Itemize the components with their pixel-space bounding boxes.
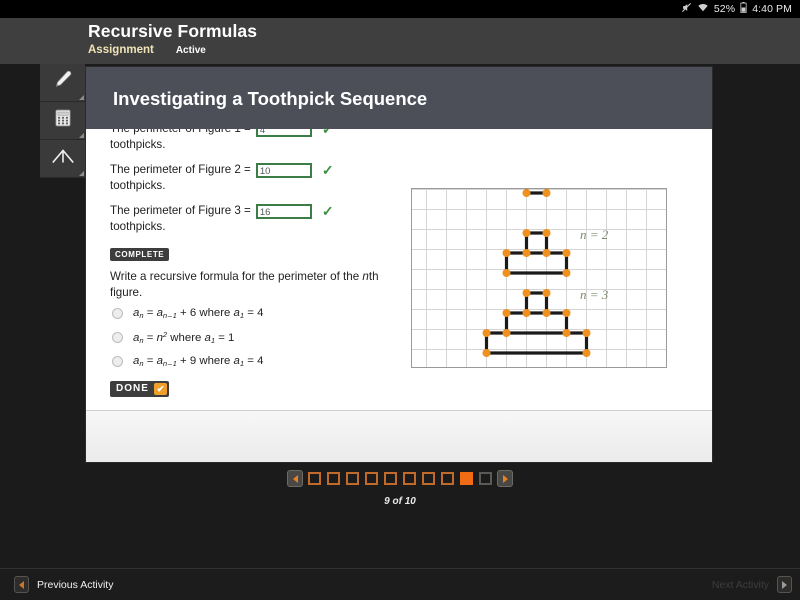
answer-input-figure-2[interactable]: 10 bbox=[255, 162, 312, 178]
wifi-icon bbox=[697, 0, 709, 18]
figure-n2-toothpicks bbox=[504, 231, 569, 275]
done-check-icon: ✔ bbox=[153, 382, 168, 395]
radio-button-c[interactable] bbox=[112, 356, 123, 367]
pencil-icon bbox=[52, 69, 74, 96]
radio-button-b[interactable] bbox=[112, 332, 123, 343]
triangle-left-icon bbox=[292, 474, 298, 483]
battery-icon bbox=[740, 0, 747, 18]
triangle-left-icon bbox=[19, 580, 24, 589]
pager-dot-9-current[interactable] bbox=[460, 472, 473, 485]
figure-gridlines bbox=[412, 189, 666, 367]
bottom-navigation-bar: Previous Activity Next Activity bbox=[0, 568, 800, 600]
fill-in-row: The perimeter of Figure 3 = 16 ✓ toothpi… bbox=[110, 203, 410, 235]
lesson-panel: Investigating a Toothpick Sequence The p… bbox=[85, 66, 713, 463]
prompt-line-1: Write a recursive formula for the perime… bbox=[110, 270, 360, 283]
option-c-label: an = an – 1 + 9 where a1 = 4 bbox=[133, 355, 264, 368]
pager-dot-10-disabled bbox=[479, 472, 492, 485]
protractor-icon bbox=[50, 145, 76, 172]
calculator-tool-button[interactable] bbox=[40, 102, 85, 140]
option-c-row[interactable]: an = an – 1 + 9 where a1 = 4 bbox=[112, 355, 410, 368]
answer-input-figure-3[interactable]: 16 bbox=[255, 203, 312, 219]
toothpick-figure: n = 1 n = 2 n = 3 bbox=[411, 188, 667, 368]
pager-dot-2[interactable] bbox=[327, 472, 340, 485]
app-header: Recursive Formulas Assignment Active bbox=[0, 18, 800, 64]
pager: 9 of 10 bbox=[0, 470, 800, 507]
answer-input-figure-1[interactable]: 4 bbox=[255, 129, 312, 137]
android-status-bar: 52% 4:40 PM bbox=[0, 0, 800, 18]
next-activity-button: Next Activity bbox=[712, 576, 792, 593]
figure-n3-toothpicks bbox=[484, 291, 589, 355]
figure-label-n3: n = 3 bbox=[580, 287, 609, 302]
option-b-row[interactable]: an = n2 where a1 = 1 bbox=[112, 330, 410, 345]
fill-in-suffix: toothpicks. bbox=[110, 179, 166, 192]
toothpick-figure-svg: n = 1 n = 2 n = 3 bbox=[412, 189, 666, 367]
triangle-right-icon bbox=[502, 474, 508, 483]
page-title: Recursive Formulas bbox=[88, 21, 258, 41]
pager-count-label: 9 of 10 bbox=[384, 496, 416, 507]
check-icon: ✓ bbox=[321, 162, 334, 178]
pager-dot-8[interactable] bbox=[441, 472, 454, 485]
done-button-label: DONE bbox=[116, 383, 149, 394]
pager-dot-1[interactable] bbox=[308, 472, 321, 485]
breadcrumb-assignment[interactable]: Assignment bbox=[88, 44, 154, 56]
pager-dot-6[interactable] bbox=[403, 472, 416, 485]
pager-row bbox=[287, 470, 513, 487]
check-icon: ✓ bbox=[321, 203, 334, 219]
complete-badge: COMPLETE bbox=[110, 248, 170, 261]
breadcrumb: Assignment Active bbox=[88, 44, 206, 56]
previous-activity-label: Previous Activity bbox=[37, 578, 114, 591]
fill-in-prefix: The perimeter of Figure 2 = bbox=[110, 163, 251, 176]
status-bar-clock: 4:40 PM bbox=[752, 3, 792, 15]
fill-in-suffix: toothpicks. bbox=[110, 220, 166, 233]
triangle-right-icon bbox=[782, 580, 787, 589]
previous-activity-button[interactable]: Previous Activity bbox=[14, 576, 113, 593]
option-a-row[interactable]: an = an – 1 + 6 where a1 = 4 bbox=[112, 307, 410, 320]
lesson-body: The perimeter of Figure 1 = 4 ✓ toothpic… bbox=[86, 129, 712, 401]
fill-in-row: The perimeter of Figure 2 = 10 ✓ toothpi… bbox=[110, 162, 410, 194]
highlighter-tool-button[interactable] bbox=[40, 64, 85, 102]
fill-in-prefix: The perimeter of Figure 3 = bbox=[110, 204, 251, 217]
option-b-label: an = n2 where a1 = 1 bbox=[133, 330, 235, 345]
figure-n3-vertices bbox=[482, 289, 591, 357]
protractor-tool-button[interactable] bbox=[40, 140, 85, 178]
check-icon: ✓ bbox=[321, 129, 334, 137]
next-activity-label: Next Activity bbox=[711, 578, 769, 591]
next-activity-icon-box bbox=[777, 576, 792, 593]
pager-dot-7[interactable] bbox=[422, 472, 435, 485]
lesson-footer bbox=[86, 410, 712, 462]
previous-activity-icon-box bbox=[14, 576, 29, 593]
done-button[interactable]: DONE ✔ bbox=[110, 380, 170, 397]
fill-in-row: The perimeter of Figure 1 = 4 ✓ toothpic… bbox=[110, 129, 410, 153]
pager-dot-5[interactable] bbox=[384, 472, 397, 485]
tool-rail bbox=[40, 64, 85, 178]
battery-percent: 52% bbox=[713, 3, 736, 15]
status-badge-active: Active bbox=[175, 45, 206, 56]
question-prompt: Write a recursive formula for the perime… bbox=[110, 269, 392, 301]
fill-in-prefix: The perimeter of Figure 1 = bbox=[110, 129, 251, 137]
pager-dot-3[interactable] bbox=[346, 472, 359, 485]
pager-next-button[interactable] bbox=[497, 470, 513, 487]
pager-prev-button[interactable] bbox=[287, 470, 303, 487]
fill-in-suffix: toothpicks. bbox=[110, 138, 166, 151]
lesson-title: Investigating a Toothpick Sequence bbox=[113, 88, 428, 109]
radio-button-a[interactable] bbox=[112, 308, 123, 319]
calculator-icon bbox=[53, 108, 73, 133]
pager-dot-4[interactable] bbox=[365, 472, 378, 485]
lesson-header: Investigating a Toothpick Sequence bbox=[86, 67, 712, 129]
mute-icon bbox=[681, 0, 692, 18]
figure-label-n2: n = 2 bbox=[580, 227, 609, 242]
question-column: The perimeter of Figure 1 = 4 ✓ toothpic… bbox=[110, 129, 410, 397]
option-a-label: an = an – 1 + 6 where a1 = 4 bbox=[133, 307, 264, 320]
